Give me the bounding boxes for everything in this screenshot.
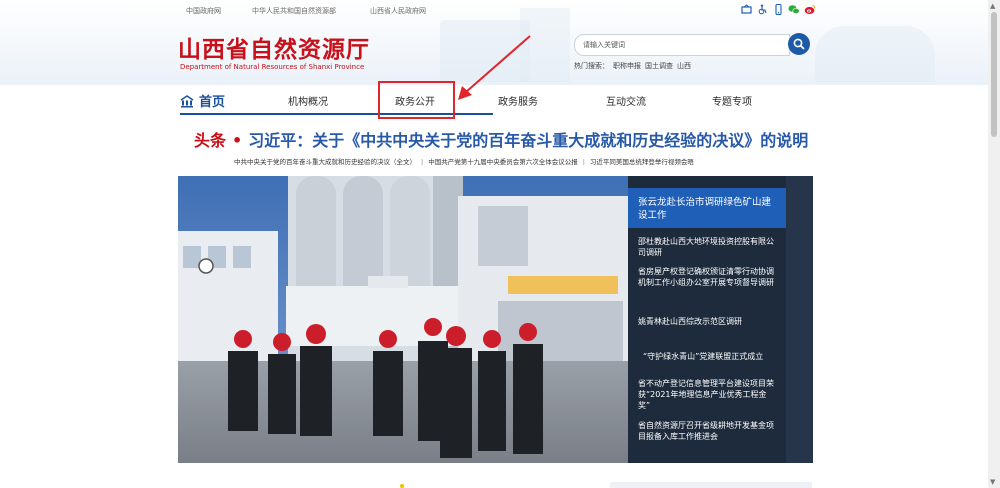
headline-text: 习近平：关于《中共中央关于党的百年奋斗重大成就和历史经验的决议》的说明	[248, 131, 809, 150]
annotation-arrow	[458, 35, 531, 100]
headline-tag: 头条	[194, 131, 227, 150]
scrollbar-thumb[interactable]	[991, 12, 997, 137]
headline[interactable]: 头条 • 习近平：关于《中共中央关于党的百年奋斗重大成就和历史经验的决议》的说明	[194, 127, 808, 151]
separator: |	[582, 158, 585, 166]
scrollbar[interactable]: ▲ ▼	[988, 0, 1000, 488]
scroll-up-icon[interactable]: ▲	[990, 2, 995, 10]
news-panel-edge	[786, 176, 813, 463]
news-item[interactable]: 省房屋产权登记确权颁证清零行动协调机制工作小组办公室开展专项督导调研	[638, 266, 778, 288]
headline-dot: •	[232, 131, 243, 150]
news-item[interactable]: 省不动产登记信息管理平台建设项目荣获“2021年地理信息产业优秀工程金奖”	[638, 378, 778, 411]
news-item[interactable]: 省自然资源厅召开省级耕地开发基金项目报备入库工作推进会	[638, 420, 778, 442]
bottom-marker	[400, 484, 404, 488]
sublink[interactable]: 中共中央关于党的百年奋斗重大成就和历史经验的决议（全文）	[234, 158, 416, 166]
sublink[interactable]: 习近平同美国总统拜登举行视频会晤	[590, 158, 694, 166]
news-item[interactable]: 邵杜教赴山西大地环境投资控股有限公司调研	[638, 236, 778, 258]
separator: |	[421, 158, 424, 166]
news-item[interactable]: 姚青林赴山西综改示范区调研	[638, 316, 778, 327]
scroll-down-icon[interactable]: ▼	[990, 478, 995, 486]
news-item[interactable]: “守护绿水青山”党建联盟正式成立	[643, 351, 783, 362]
news-item-active[interactable]: 张云龙赴长治市调研绿色矿山建设工作	[638, 196, 778, 222]
news-photo-image	[178, 176, 628, 463]
sublink[interactable]: 中国共产党第十九届中央委员会第六次全体会议公报	[428, 158, 578, 166]
bottom-section-edge	[610, 482, 812, 488]
news-photo[interactable]	[178, 176, 628, 463]
page: 中国政府网 中华人民共和国自然资源部 山西省人民政府网 山西省自然资源厅 Dep…	[0, 0, 1000, 488]
headline-sublinks: 中共中央关于党的百年奋斗重大成就和历史经验的决议（全文） | 中国共产党第十九届中央…	[234, 156, 694, 166]
